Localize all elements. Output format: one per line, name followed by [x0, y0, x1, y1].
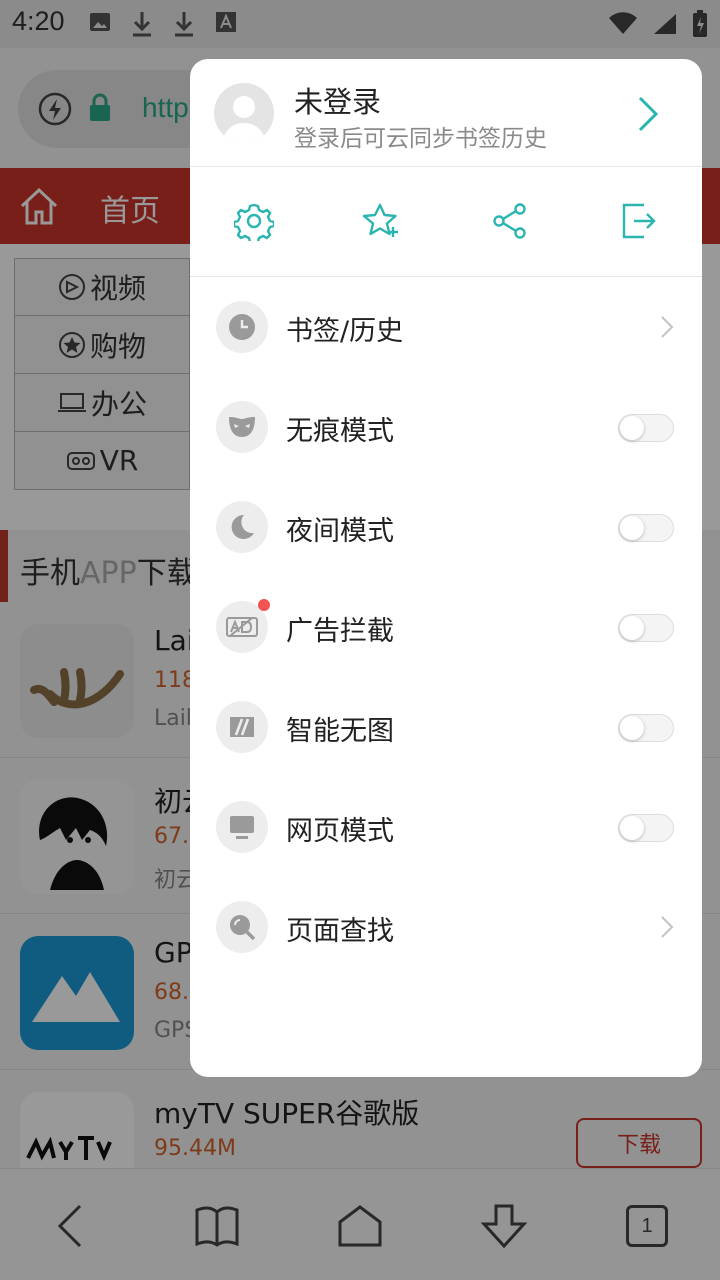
avatar — [214, 83, 274, 143]
login-status-subtitle: 登录后可云同步书签历史 — [294, 126, 547, 152]
menu-item-label: 网页模式 — [286, 816, 394, 847]
login-status-title: 未登录 — [294, 85, 382, 119]
menu-item-label: 广告拦截 — [286, 616, 394, 647]
chevron-right-icon — [661, 316, 674, 338]
share-icon[interactable] — [490, 201, 530, 241]
menu-item-label: 页面查找 — [286, 916, 394, 947]
toggle-knob — [620, 716, 644, 740]
ad-block-toggle[interactable] — [618, 614, 674, 642]
exit-icon[interactable] — [618, 201, 658, 241]
no-image-toggle[interactable] — [618, 714, 674, 742]
menu-item-icon-bg — [216, 701, 268, 753]
menu-item-icon-bg — [216, 501, 268, 553]
menu-item-bookmarks-history[interactable]: 书签/历史 — [190, 277, 702, 377]
menu-item-night-mode[interactable]: 夜间模式 — [190, 477, 702, 577]
incognito-mask-icon — [229, 417, 255, 437]
search-page-icon — [230, 915, 256, 941]
no-image-icon — [230, 717, 254, 737]
settings-icon[interactable] — [234, 201, 274, 241]
new-badge-dot — [258, 599, 270, 611]
desktop-mode-toggle[interactable] — [618, 814, 674, 842]
menu-item-icon-bg — [216, 301, 268, 353]
menu-item-label: 智能无图 — [286, 716, 394, 747]
menu-item-icon-bg — [216, 401, 268, 453]
user-avatar-icon — [222, 96, 266, 143]
menu-item-ad-block[interactable]: 广告拦截 — [190, 577, 702, 677]
menu-item-incognito[interactable]: 无痕模式 — [190, 377, 702, 477]
ad-block-icon — [226, 617, 258, 637]
menu-item-label: 无痕模式 — [286, 416, 394, 447]
desktop-icon — [230, 816, 254, 839]
menu-item-icon-bg — [216, 801, 268, 853]
menu-item-no-image[interactable]: 智能无图 — [190, 677, 702, 777]
chevron-right-icon — [661, 916, 674, 938]
menu-item-find-in-page[interactable]: 页面查找 — [190, 877, 702, 977]
menu-item-label: 书签/历史 — [286, 316, 404, 347]
night-mode-toggle[interactable] — [618, 514, 674, 542]
user-login-row[interactable]: 未登录 登录后可云同步书签历史 — [190, 59, 702, 167]
browser-menu-panel: 未登录 登录后可云同步书签历史 书签/历史 无痕模式 夜间模式 广告拦截 智能无… — [190, 59, 702, 1077]
chevron-right-icon — [638, 96, 659, 132]
toggle-knob — [620, 816, 644, 840]
moon-icon — [231, 514, 254, 539]
quick-tools-row — [190, 167, 702, 277]
toggle-knob — [620, 416, 644, 440]
toggle-knob — [620, 516, 644, 540]
menu-item-desktop-mode[interactable]: 网页模式 — [190, 777, 702, 877]
add-bookmark-icon[interactable] — [362, 201, 402, 241]
menu-item-icon-bg — [216, 901, 268, 953]
incognito-toggle[interactable] — [618, 414, 674, 442]
clock-icon — [229, 314, 255, 340]
menu-item-label: 夜间模式 — [286, 516, 394, 547]
toggle-knob — [620, 616, 644, 640]
